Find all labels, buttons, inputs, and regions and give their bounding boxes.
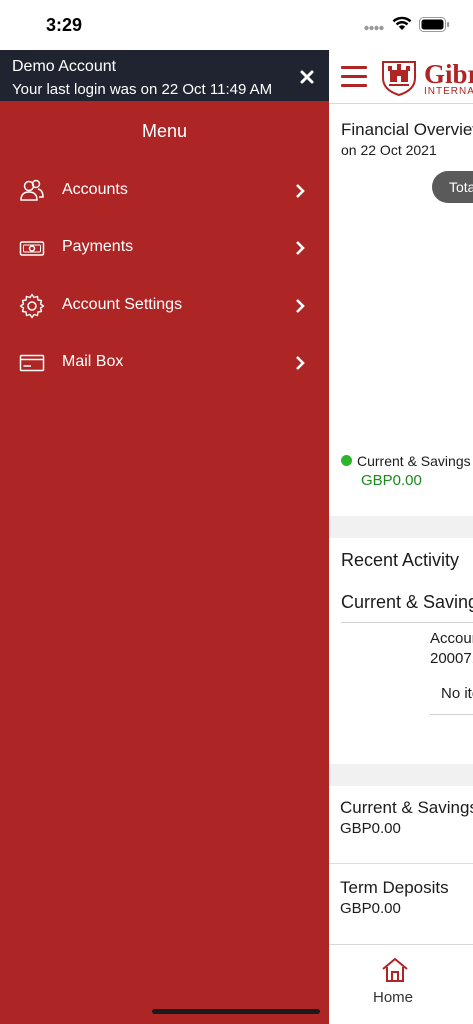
banknote-icon (19, 241, 45, 256)
legend-label: Current & Savings (357, 453, 471, 469)
account-label: Account (430, 630, 473, 647)
menu-item-label: Account Settings (62, 296, 183, 313)
battery-icon (419, 17, 450, 32)
menu-item-label: Mail Box (62, 353, 124, 370)
gear-icon (19, 293, 45, 319)
side-menu-drawer: Demo Account Your last login was on 22 O… (0, 50, 329, 1024)
dashboard-content: Financial Overview on 22 Oct 2021 Total … (329, 104, 473, 944)
hamburger-menu-icon[interactable] (341, 66, 367, 88)
divider (341, 622, 473, 623)
chevron-right-icon (296, 299, 305, 313)
account-number: 200071 (430, 650, 473, 667)
menu-title: Menu (141, 121, 188, 141)
divider (329, 863, 473, 864)
bank-logo-subtext: INTERNATI (424, 86, 473, 97)
cellular-signal-icon (364, 25, 384, 31)
summary-value: GBP0.00 (340, 820, 401, 837)
last-login-text: Your last login was on 22 Oct 11:49 AM (12, 81, 273, 98)
home-icon (382, 957, 408, 982)
menu-item-accounts[interactable]: Accounts (0, 166, 329, 216)
legend-value: GBP0.00 (361, 472, 422, 489)
total-toggle-button[interactable]: Total (432, 171, 473, 203)
section-divider (329, 764, 473, 786)
menu-item-mail-box[interactable]: Mail Box (0, 338, 329, 388)
menu-item-label: Payments (62, 238, 134, 255)
menu-item-label: Accounts (62, 181, 128, 198)
chevron-right-icon (296, 184, 305, 198)
home-indicator[interactable] (152, 1009, 320, 1014)
tab-bar: Home (329, 944, 473, 1024)
financial-overview-title: Financial Overview (341, 120, 473, 139)
close-icon[interactable] (296, 66, 318, 88)
status-time: 3:29 (46, 15, 83, 35)
users-icon (20, 179, 44, 201)
status-bar: 3:29 (0, 0, 473, 50)
legend-color-dot (341, 455, 352, 466)
chevron-right-icon (296, 356, 305, 370)
menu-item-account-settings[interactable]: Account Settings (0, 281, 329, 331)
section-divider (329, 516, 473, 538)
app-header: Gibr INTERNATI (329, 50, 473, 104)
drawer-header: Demo Account Your last login was on 22 O… (0, 50, 329, 101)
chevron-right-icon (296, 241, 305, 255)
empty-state-text: No items (441, 685, 473, 702)
wifi-icon (392, 16, 412, 30)
summary-title: Current & Savings (340, 798, 473, 817)
recent-activity-subtitle: Current & Savings (341, 592, 473, 612)
bank-crest-logo (382, 61, 416, 96)
tab-home-label: Home (373, 989, 414, 1006)
summary-title: Term Deposits (340, 878, 449, 897)
divider (430, 714, 473, 715)
recent-activity-title: Recent Activity (341, 550, 460, 570)
account-name: Demo Account (12, 58, 117, 75)
summary-value: GBP0.00 (340, 900, 401, 917)
mailbox-icon (19, 354, 45, 372)
menu-item-payments[interactable]: Payments (0, 223, 329, 273)
financial-overview-date: on 22 Oct 2021 (341, 142, 437, 158)
